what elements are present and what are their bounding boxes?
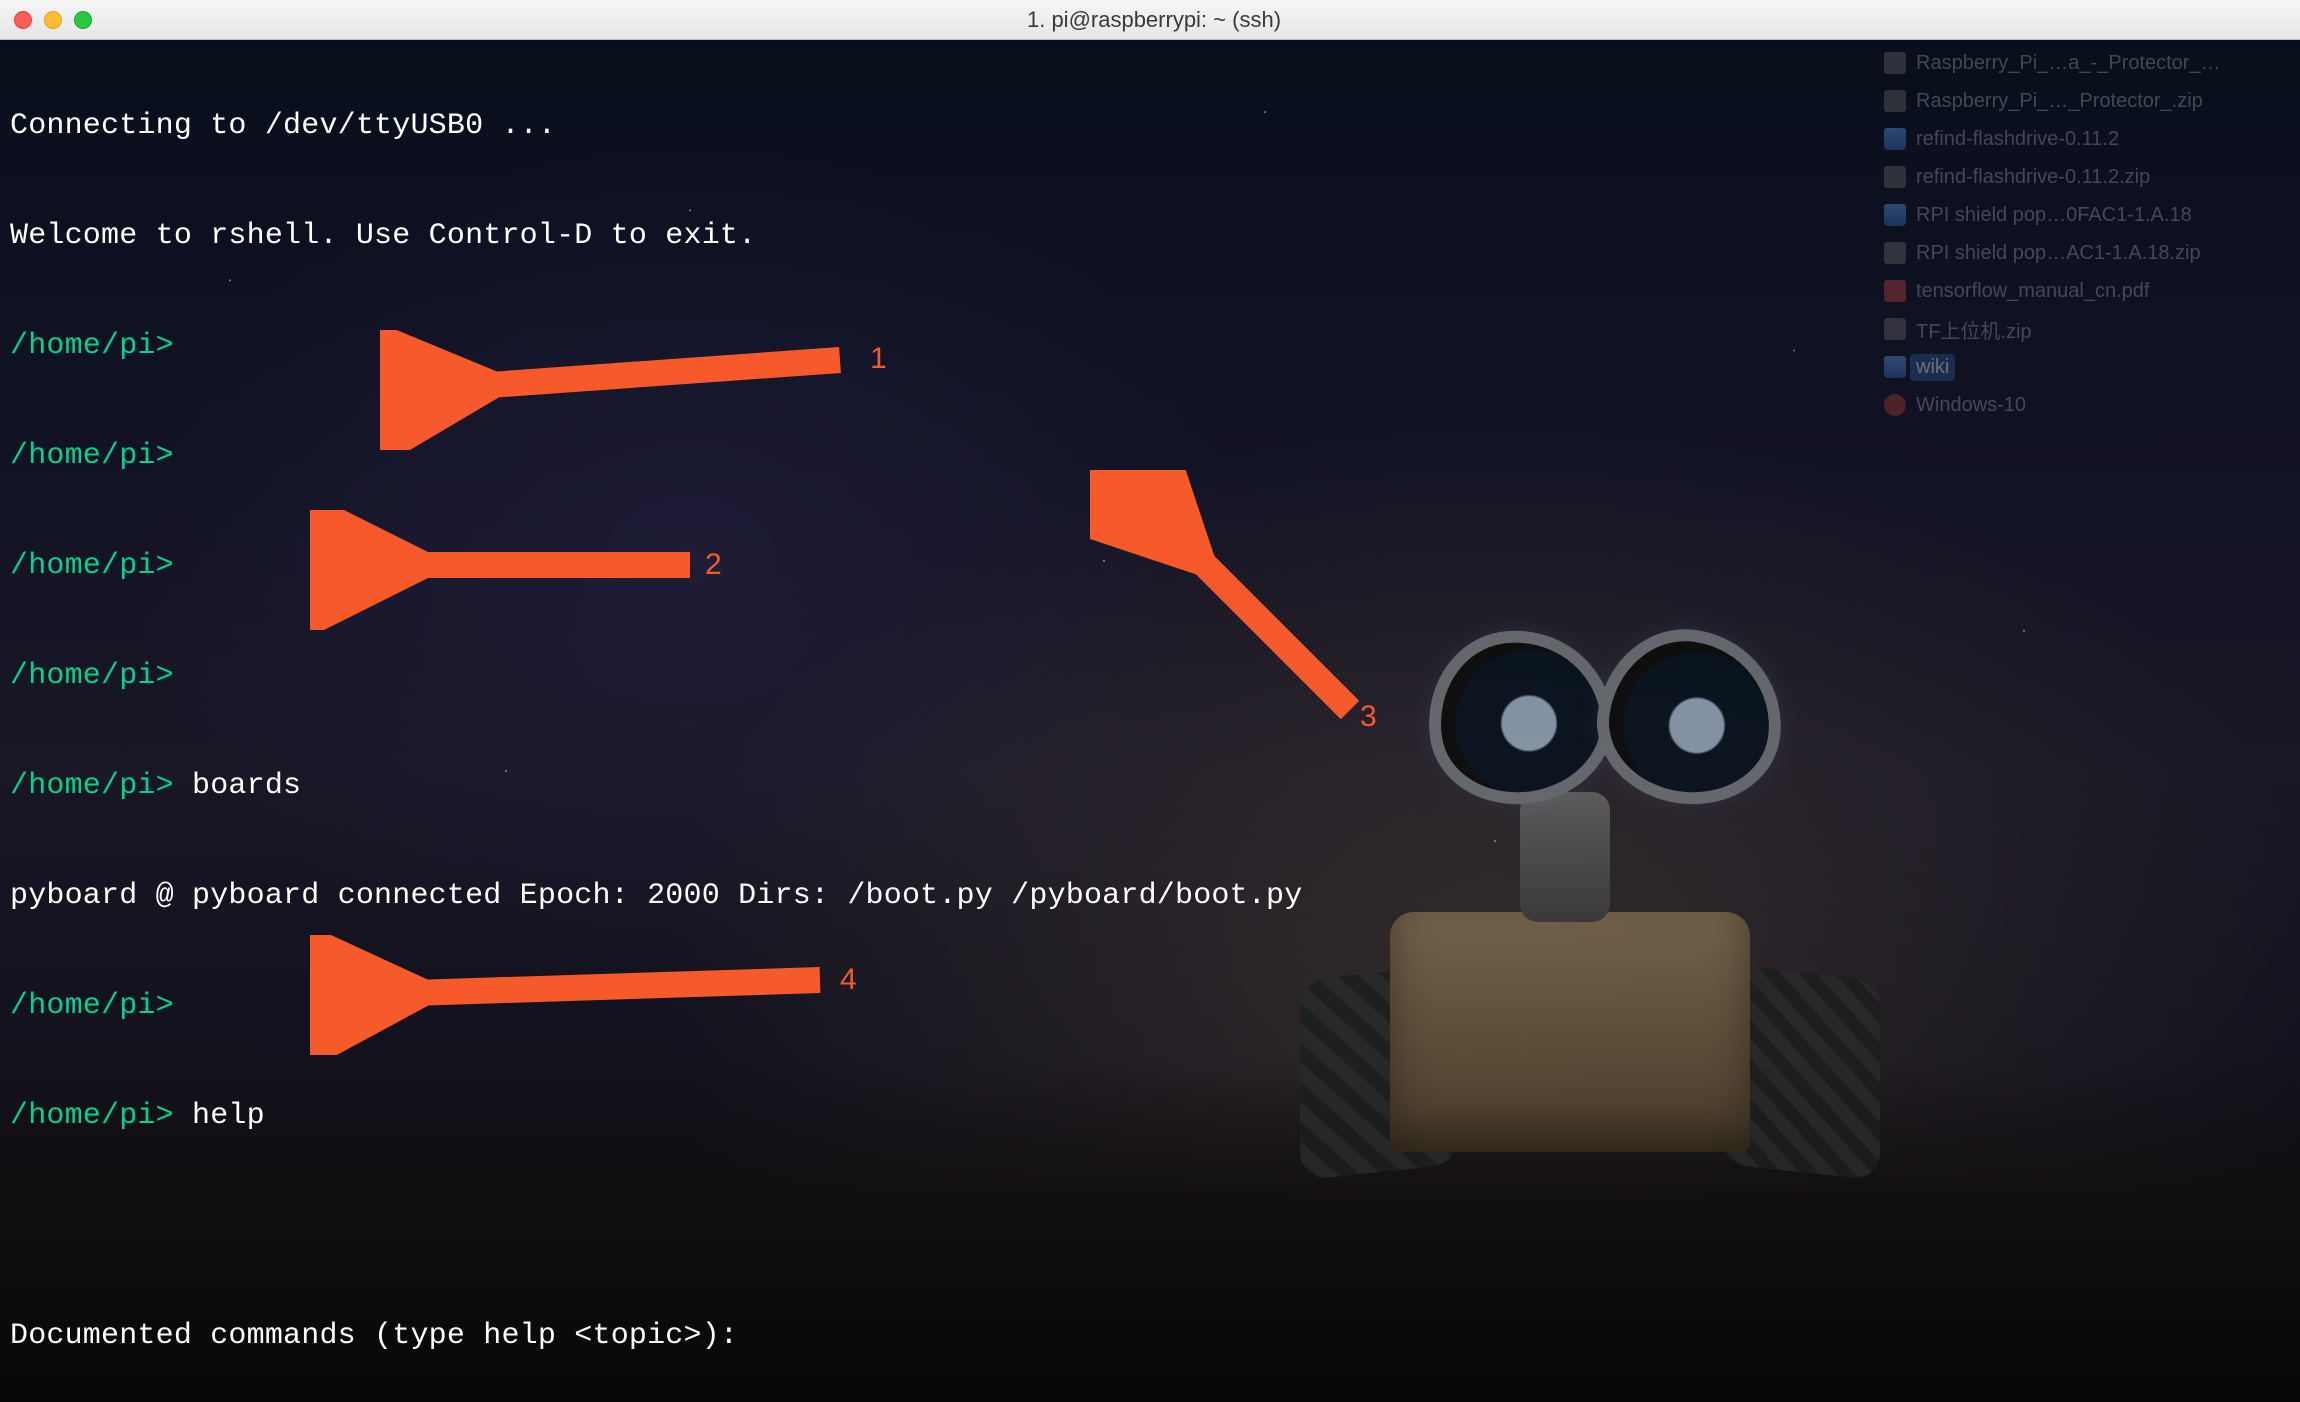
term-text: Connecting to /dev/ttyUSB0 ... bbox=[10, 109, 556, 143]
cmd-help: help bbox=[192, 1099, 265, 1133]
prompt: /home/pi> bbox=[10, 659, 174, 693]
titlebar[interactable]: 1. pi@raspberrypi: ~ (ssh) bbox=[0, 0, 2300, 40]
prompt: /home/pi> bbox=[10, 989, 174, 1023]
term-text: Welcome to rshell. Use Control-D to exit… bbox=[10, 219, 756, 253]
prompt: /home/pi> bbox=[10, 439, 174, 473]
prompt: /home/pi> bbox=[10, 329, 174, 363]
cmd-boards: boards bbox=[192, 769, 301, 803]
help-header: Documented commands (type help <topic>): bbox=[10, 1319, 738, 1353]
window-title: 1. pi@raspberrypi: ~ (ssh) bbox=[22, 7, 2286, 33]
boards-output: pyboard @ pyboard connected Epoch: 2000 … bbox=[10, 879, 1302, 913]
terminal-content[interactable]: Connecting to /dev/ttyUSB0 ... Welcome t… bbox=[0, 40, 2300, 1402]
prompt: /home/pi> bbox=[10, 549, 174, 583]
prompt: /home/pi> bbox=[10, 769, 174, 803]
prompt: /home/pi> bbox=[10, 1099, 174, 1133]
terminal-window: 1. pi@raspberrypi: ~ (ssh) Connecting to… bbox=[0, 0, 2300, 1402]
